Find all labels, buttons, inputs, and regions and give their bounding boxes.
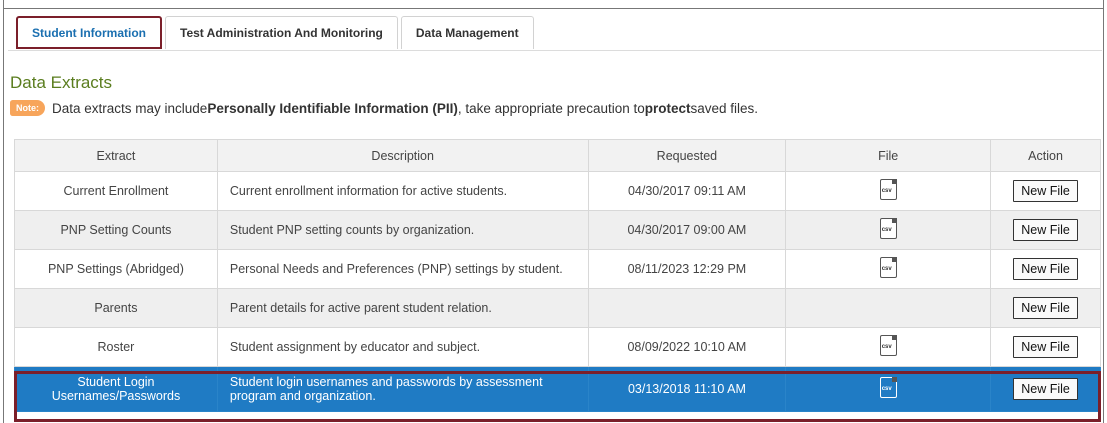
note-text-1: Data extracts may include: [52, 100, 208, 116]
new-file-button[interactable]: New File: [1013, 219, 1078, 241]
cell-extract: Parents: [14, 288, 218, 328]
cell-description: Student assignment by educator and subje…: [216, 327, 589, 367]
cell-action: New File: [990, 327, 1101, 367]
csv-icon-text: csv: [881, 344, 892, 350]
extracts-table: Extract Description Requested File Actio…: [14, 139, 1101, 412]
header-requested: Requested: [587, 139, 787, 172]
tab-student-information[interactable]: Student Information: [16, 16, 162, 49]
window-top-border: [3, 8, 1104, 9]
cell-extract: Current Enrollment: [14, 171, 218, 211]
header-file: File: [785, 139, 992, 172]
tab-data-management[interactable]: Data Management: [400, 16, 534, 49]
table-row-selected[interactable]: Student Login Usernames/Passwords Student…: [14, 366, 1101, 412]
csv-file-icon[interactable]: csv: [879, 377, 897, 398]
table-row: PNP Settings (Abridged) Personal Needs a…: [14, 249, 1101, 289]
table-row: Current Enrollment Current enrollment in…: [14, 171, 1101, 211]
cell-file: csv: [785, 249, 992, 289]
new-file-button[interactable]: New File: [1013, 297, 1078, 319]
description-line-2: program and organization.: [229, 389, 376, 403]
new-file-button[interactable]: New File: [1013, 378, 1078, 400]
cell-action: New File: [990, 210, 1101, 250]
cell-requested: 03/13/2018 11:10 AM: [587, 366, 787, 412]
cell-extract: Roster: [14, 327, 218, 367]
note-badge: Note:: [10, 100, 45, 116]
note-bold-2: protect: [644, 100, 691, 116]
cell-action: New File: [990, 288, 1101, 328]
csv-icon-text: csv: [881, 188, 892, 194]
csv-icon-text: csv: [881, 266, 892, 272]
cell-action: New File: [990, 171, 1101, 211]
cell-requested: 08/09/2022 10:10 AM: [587, 327, 787, 367]
cell-description: Student login usernames and passwords by…: [216, 366, 589, 412]
extract-line-2: Usernames/Passwords: [51, 389, 181, 403]
tab-test-administration[interactable]: Test Administration And Monitoring: [165, 16, 398, 49]
cell-extract: Student Login Usernames/Passwords: [14, 366, 218, 412]
csv-file-icon[interactable]: csv: [879, 335, 897, 356]
tab-bar: Student Information Test Administration …: [16, 16, 534, 50]
note-text-2: , take appropriate precaution to: [457, 100, 645, 116]
cell-description: Parent details for active parent student…: [216, 288, 589, 328]
pii-note: Note: Data extracts may include Personal…: [10, 100, 758, 116]
cell-action: New File: [990, 366, 1101, 412]
cell-requested: 04/30/2017 09:11 AM: [587, 171, 787, 211]
table-row: Parents Parent details for active parent…: [14, 288, 1101, 328]
csv-icon-text: csv: [881, 386, 892, 392]
extract-line-1: Student Login: [77, 375, 155, 389]
description-line-1: Student login usernames and passwords by…: [229, 375, 543, 389]
cell-extract: PNP Settings (Abridged): [14, 249, 218, 289]
csv-icon-text: csv: [881, 227, 892, 233]
cell-requested: 08/11/2023 12:29 PM: [587, 249, 787, 289]
new-file-button[interactable]: New File: [1013, 180, 1078, 202]
cell-file: csv: [785, 366, 992, 412]
cell-extract: PNP Setting Counts: [14, 210, 218, 250]
table-row: PNP Setting Counts Student PNP setting c…: [14, 210, 1101, 250]
cell-file: [785, 288, 992, 328]
cell-file: csv: [785, 327, 992, 367]
header-description: Description: [216, 139, 589, 172]
tab-divider: [8, 50, 1102, 51]
cell-description: Student PNP setting counts by organizati…: [216, 210, 589, 250]
cell-file: csv: [785, 210, 992, 250]
csv-file-icon[interactable]: csv: [879, 179, 897, 200]
cell-description: Personal Needs and Preferences (PNP) set…: [216, 249, 589, 289]
note-text-3: saved files.: [690, 100, 759, 116]
header-extract: Extract: [14, 139, 218, 172]
cell-description: Current enrollment information for activ…: [216, 171, 589, 211]
new-file-button[interactable]: New File: [1013, 258, 1078, 280]
table-header-row: Extract Description Requested File Actio…: [14, 139, 1101, 172]
csv-file-icon[interactable]: csv: [879, 257, 897, 278]
page-title: Data Extracts: [10, 73, 113, 92]
cell-file: csv: [785, 171, 992, 211]
header-action: Action: [990, 139, 1101, 172]
cell-action: New File: [990, 249, 1101, 289]
note-bold-1: Personally Identifiable Information (PII…: [207, 100, 458, 116]
new-file-button[interactable]: New File: [1013, 336, 1078, 358]
cell-requested: 04/30/2017 09:00 AM: [587, 210, 787, 250]
table-row: Roster Student assignment by educator an…: [14, 327, 1101, 367]
cell-requested: [587, 288, 787, 328]
csv-file-icon[interactable]: csv: [879, 218, 897, 239]
